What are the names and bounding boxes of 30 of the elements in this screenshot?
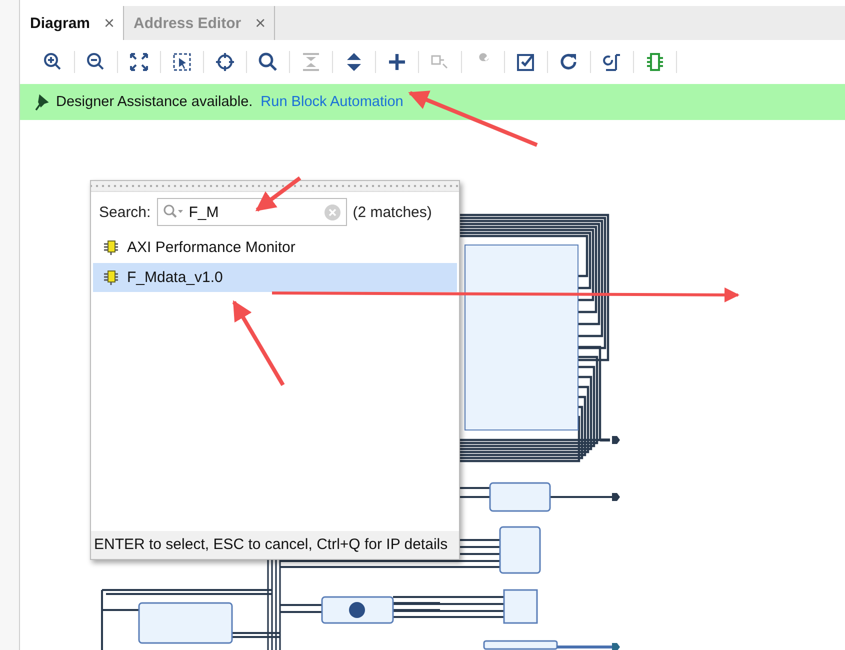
- result-item[interactable]: F_Mdata_v1.0: [93, 263, 457, 292]
- drag-handle[interactable]: [91, 181, 459, 192]
- run-block-automation-link[interactable]: Run Block Automation: [260, 94, 404, 110]
- search-icon: [162, 204, 185, 220]
- zoom-in-icon[interactable]: [43, 52, 63, 72]
- zoom-out-icon[interactable]: [86, 52, 106, 72]
- fit-icon[interactable]: [129, 52, 149, 72]
- search-input[interactable]: F_M: [188, 204, 320, 220]
- close-icon[interactable]: ×: [104, 12, 115, 34]
- tab[interactable]: Diagram ×: [20, 6, 124, 40]
- regenerate-icon[interactable]: [602, 52, 622, 72]
- result-item[interactable]: AXI Performance Monitor: [93, 233, 457, 262]
- validate-icon[interactable]: [516, 52, 536, 72]
- match-count: (2 matches): [352, 204, 432, 220]
- select-area-icon[interactable]: [172, 52, 192, 72]
- pin-icon: [34, 93, 50, 111]
- target-icon[interactable]: [215, 52, 235, 72]
- ip-block-icon: [103, 240, 119, 256]
- search-icon[interactable]: [258, 52, 278, 72]
- ip-block-icon: [103, 270, 119, 286]
- search-label: Search:: [99, 204, 151, 220]
- annotation-arrow: [255, 176, 302, 212]
- tab[interactable]: Address Editor ×: [124, 6, 275, 40]
- add-icon[interactable]: [387, 52, 407, 72]
- search-field[interactable]: F_M: [156, 198, 347, 226]
- chip-icon[interactable]: [645, 52, 665, 72]
- refresh-icon[interactable]: [559, 52, 579, 72]
- banner-message: Designer Assistance available.: [56, 94, 253, 110]
- keyboard-hint: ENTER to select, ESC to cancel, Ctrl+Q for IP details: [91, 531, 459, 559]
- close-icon[interactable]: ×: [255, 12, 266, 34]
